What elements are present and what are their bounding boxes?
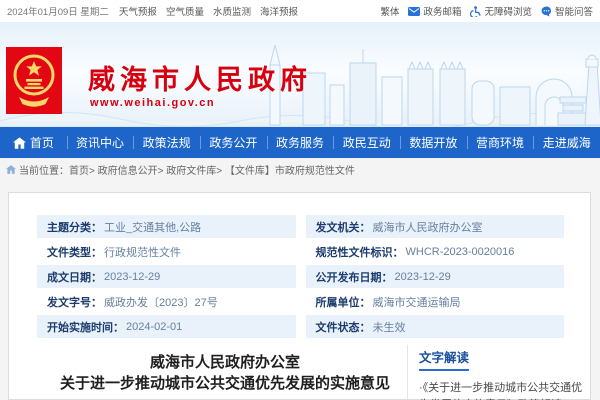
text-interpretation-tab[interactable]: 文字解读 [419,347,469,371]
nav-news-center[interactable]: 资讯中心 [67,127,134,158]
current-date: 2024年01月09日 星期二 [7,4,109,18]
breadcrumb-text[interactable]: 当前位置：首页> 政府信息公开> 政府文件库> 【文件库】市政府规范性文件 [19,162,355,177]
meta-column-left: 主题分类： 工业_交通其他,公路 文件类型： 行政规范性文件 成文日期： 202… [37,215,296,340]
meta-row-effective-date: 开始实施时间： 2024-02-01 [37,315,296,338]
site-banner: 威海市人民政府 www.weihai.gov.cn [0,22,600,127]
document-title-line1: 威海市人民政府办公室 [37,352,413,373]
meta-row-normative-doc-id: 规范性文件标识： WHCR-2023-0020016 [306,240,565,263]
meta-row-owning-unit: 所属单位： 威海市交通运输局 [306,290,565,313]
ocean-forecast-link[interactable]: 海洋预报 [260,4,298,18]
weather-link[interactable]: 天气预报 [119,4,157,18]
nav-policies-laws[interactable]: 政策法规 [133,127,200,158]
document-title: 威海市人民政府办公室 关于进一步推动城市公共交通优先发展的实施意见 [37,352,413,394]
meta-row-document-number: 发文字号： 威政办发〔2023〕27号 [37,290,296,313]
meta-row-written-date: 成文日期： 2023-12-29 [37,265,296,288]
chat-icon [541,6,552,17]
site-url[interactable]: www.weihai.gov.cn [90,97,215,109]
meta-row-file-type: 文件类型： 行政规范性文件 [37,240,296,263]
meta-row-publish-date: 公开发布日期： 2023-12-29 [306,265,565,288]
accessibility-link[interactable]: 无障碍浏览 [470,4,532,18]
air-quality-link[interactable]: 空气质量 [166,4,204,18]
home-icon [13,137,26,149]
document-meta-table: 主题分类： 工业_交通其他,公路 文件类型： 行政规范性文件 成文日期： 202… [37,215,564,340]
gov-mail-link[interactable]: 政务邮箱 [408,4,461,18]
content-vertical-divider [407,345,408,399]
meta-row-issuing-agency: 发文机关： 威海市人民政府办公室 [306,215,565,238]
nav-public-interaction[interactable]: 政民互动 [333,127,400,158]
nav-business-environment[interactable]: 营商环境 [467,127,534,158]
page: 2024年01月09日 星期二 天气预报 空气质量 水质监测 海洋预报 繁体 政… [0,0,600,400]
accessibility-icon [470,6,481,17]
water-quality-link[interactable]: 水质监测 [213,4,251,18]
site-title[interactable]: 威海市人民政府 [88,58,312,97]
nav-gov-services[interactable]: 政务服务 [267,127,334,158]
nav-home[interactable]: 首页 [0,127,67,158]
nav-gov-info-disclosure[interactable]: 政务公开 [200,127,267,158]
traditional-chinese-link[interactable]: 繁体 [380,4,399,18]
document-detail-panel: 主题分类： 工业_交通其他,公路 文件类型： 行政规范性文件 成文日期： 202… [8,192,591,400]
interpretation-sidebar: 文字解读 ·《关于进一步推动城市公共交通优先发展的实施意见》政策解读 [419,347,583,400]
topbar-right-group: 繁体 政务邮箱 无障碍浏览 智能问答 [380,4,593,18]
top-utility-bar: 2024年01月09日 星期二 天气预报 空气质量 水质监测 海洋预报 繁体 政… [0,0,600,22]
meta-row-file-status: 文件状态： 未生效 [306,315,565,338]
breadcrumb-home-icon [6,165,16,174]
document-title-line2: 关于进一步推动城市公共交通优先发展的实施意见 [37,373,413,394]
nav-about-weihai[interactable]: 走进威海 [533,127,600,158]
main-nav: 首页 资讯中心 政策法规 政务公开 政务服务 政民互动 数据开放 营商环境 走进… [0,127,600,158]
meta-column-right: 发文机关： 威海市人民政府办公室 规范性文件标识： WHCR-2023-0020… [306,215,565,340]
mail-icon [408,7,420,16]
smart-qa-link[interactable]: 智能问答 [541,4,593,18]
national-emblem-icon [11,52,57,110]
interpretation-link[interactable]: ·《关于进一步推动城市公共交通优先发展的实施意见》政策解读 [419,380,583,400]
national-emblem-logo[interactable] [6,47,62,114]
nav-open-data[interactable]: 数据开放 [400,127,467,158]
breadcrumb: 当前位置：首页> 政府信息公开> 政府文件库> 【文件库】市政府规范性文件 [6,160,566,178]
meta-row-topic-category: 主题分类： 工业_交通其他,公路 [37,215,296,238]
